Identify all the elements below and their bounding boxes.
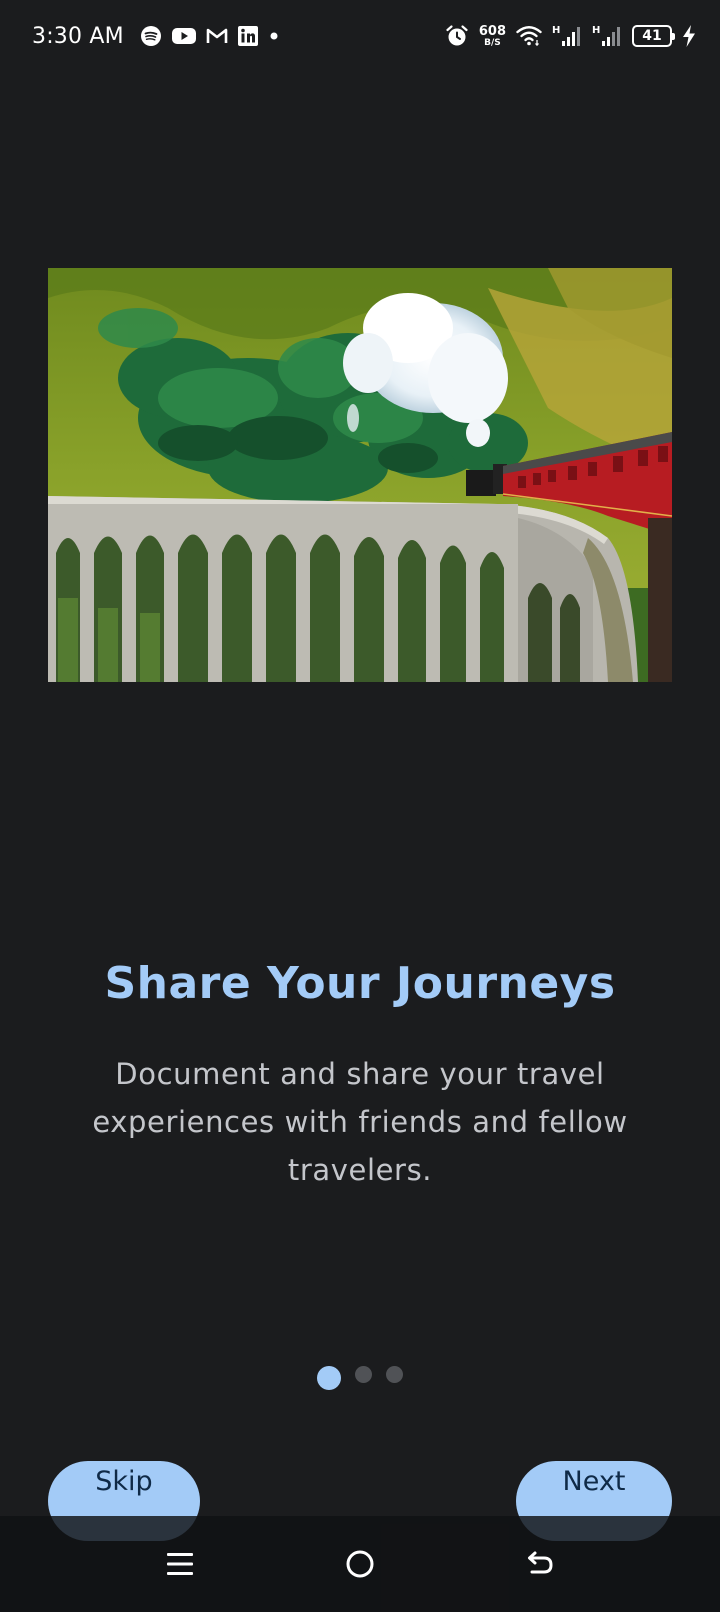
home-icon[interactable] <box>340 1544 380 1584</box>
page-dot <box>355 1365 372 1383</box>
hero-image <box>48 268 672 682</box>
status-time: 3:30 AM <box>32 23 124 49</box>
battery-icon: 41 <box>632 25 675 47</box>
notification-icons <box>140 25 280 47</box>
battery-level: 41 <box>642 28 662 44</box>
network-type-label: H <box>552 25 560 36</box>
charging-icon <box>682 25 696 47</box>
youtube-icon <box>171 27 196 45</box>
skip-button-label: Skip <box>95 1465 153 1497</box>
next-button-label: Next <box>562 1465 626 1497</box>
onboarding-description: Document and share your travel experienc… <box>92 1057 628 1187</box>
page-dot-active <box>317 1366 341 1390</box>
signal-icon: H <box>592 24 622 48</box>
net-speed: 608 B/S <box>478 23 506 48</box>
onboarding-title: Share Your Journeys <box>104 958 616 1009</box>
dot-icon <box>268 30 280 42</box>
linkedin-icon <box>237 26 258 46</box>
signal-icon: H <box>552 24 582 48</box>
page-indicator <box>0 1362 720 1390</box>
wifi-icon <box>516 25 542 47</box>
viaduct-train-illustration <box>48 268 672 682</box>
menu-icon[interactable] <box>160 1544 200 1584</box>
gmail-icon <box>206 27 228 45</box>
spotify-icon <box>140 25 162 47</box>
navigation-bar <box>0 1516 720 1612</box>
page-dot <box>386 1365 403 1383</box>
back-icon[interactable] <box>520 1544 560 1584</box>
status-bar: 3:30 AM 608 B/S H H 41 <box>0 0 720 72</box>
system-icons: 608 B/S H H 41 <box>445 24 696 48</box>
alarm-icon <box>445 24 469 48</box>
network-type-label: H <box>592 25 600 36</box>
